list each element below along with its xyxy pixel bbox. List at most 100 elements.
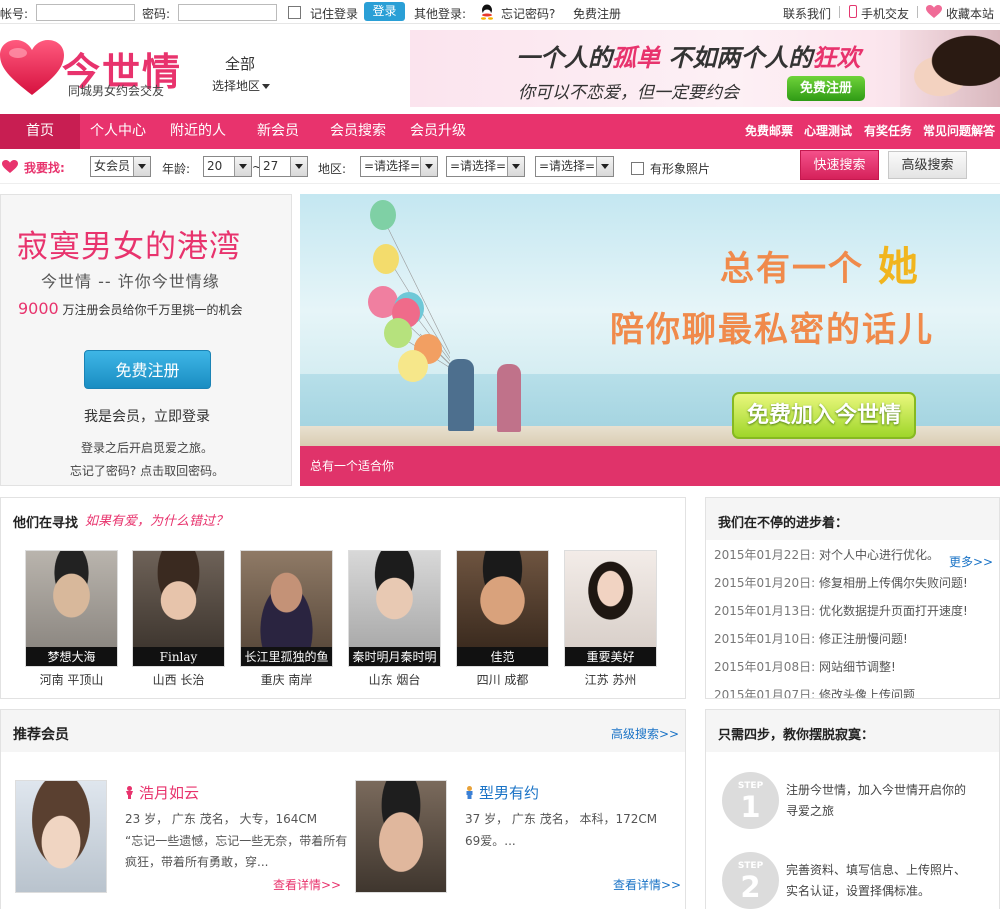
- heart-icon: [926, 5, 942, 18]
- other-login-label: 其他登录:: [414, 7, 467, 21]
- advanced-search-button[interactable]: 高级搜索: [888, 151, 967, 179]
- age-label: 年龄:: [162, 162, 191, 176]
- account-label: 帐号:: [0, 7, 29, 21]
- progress-header: 我们在不停的进步着：: [706, 498, 999, 540]
- step-2-text: 完善资料、填写信息、上传照片、实名认证，设置择偶标准。: [786, 863, 967, 898]
- gender-select[interactable]: 女会员: [90, 156, 151, 177]
- member-photo: [457, 551, 548, 650]
- province-select[interactable]: =请选择=: [360, 156, 438, 177]
- account-input[interactable]: [36, 4, 135, 21]
- step-1-text: 注册今世情，加入今世情开启你的寻爱之旅: [786, 783, 967, 818]
- qq-icon[interactable]: [480, 4, 494, 20]
- member-card[interactable]: 秦时明月秦时明: [348, 550, 441, 667]
- member-card[interactable]: 梦想大海: [25, 550, 118, 667]
- retrieve-password-link[interactable]: 忘记了密码? 点击取回密码。: [1, 462, 293, 479]
- free-register-button[interactable]: 免费注册: [84, 350, 211, 389]
- nav-item-new-members[interactable]: 新会员: [257, 114, 299, 149]
- nav-item-upgrade[interactable]: 会员升级: [410, 114, 466, 149]
- member-name: Finlay: [133, 647, 224, 666]
- welcome-subtitle: 今世情 -- 许你今世情缘: [41, 272, 220, 291]
- age-from-value: 20: [207, 159, 223, 173]
- region-selector-label: 选择地区: [212, 79, 261, 93]
- contact-us-link[interactable]: 联系我们: [783, 5, 831, 22]
- member-description: “忘记一些遗憾，忘记一些无奈，带着所有疯狂，带着所有勇敢，穿...: [125, 834, 348, 869]
- nav-item-personal-center[interactable]: 个人中心: [90, 114, 146, 149]
- region-selector[interactable]: 选择地区: [212, 77, 271, 94]
- city-select[interactable]: =请选择=: [446, 156, 525, 177]
- view-details-link[interactable]: 查看详情>>: [273, 876, 341, 893]
- more-news-link[interactable]: 更多>>: [949, 553, 993, 570]
- news-item[interactable]: 2015年01月20日: 修复相册上传偶尔失败问题!: [714, 574, 968, 591]
- recommend-title: 推荐会员: [13, 727, 69, 743]
- progress-panel: 我们在不停的进步着： 更多>> 2015年01月22日: 对个人中心进行优化。 …: [705, 497, 1000, 699]
- steps-header: 只需四步，教你摆脱寂寞：: [706, 710, 999, 752]
- news-item[interactable]: 2015年01月13日: 优化数据提升页面打开速度!: [714, 602, 968, 619]
- nav-item-reward-tasks[interactable]: 有奖任务: [864, 114, 912, 149]
- nav-item-psych-test[interactable]: 心理测试: [804, 114, 852, 149]
- balloon: [398, 350, 428, 382]
- age-to-select[interactable]: 27: [259, 156, 308, 177]
- nav-item-free-stamps[interactable]: 免费邮票: [745, 114, 793, 149]
- member-name: 佳范: [457, 647, 548, 666]
- top-banner[interactable]: 一个人的孤单 不如两个人的狂欢 你可以不恋爱，但一定要约会 免费注册: [410, 30, 1000, 107]
- member-card[interactable]: 重要美好: [564, 550, 657, 667]
- news-item[interactable]: 2015年01月07日: 修改头像上传问题: [714, 686, 915, 698]
- login-button[interactable]: 登录: [364, 2, 405, 21]
- female-icon: [126, 786, 133, 799]
- password-input[interactable]: [178, 4, 277, 21]
- seeking-header: 他们在寻找 如果有爱，为什么错过？: [1, 498, 685, 540]
- nav-item-nearby[interactable]: 附近的人: [170, 114, 226, 149]
- news-item[interactable]: 2015年01月08日: 网站细节调整!: [714, 658, 896, 675]
- news-item[interactable]: 2015年01月10日: 修正注册慢问题!: [714, 630, 908, 647]
- district-select[interactable]: =请选择=: [535, 156, 614, 177]
- nav-item-member-search[interactable]: 会员搜索: [330, 114, 386, 149]
- remember-label: 记住登录: [310, 7, 359, 21]
- member-photo: [565, 551, 656, 650]
- recommend-header: 推荐会员 高级搜索>>: [1, 710, 685, 752]
- mobile-dating-link[interactable]: 手机交友: [861, 5, 909, 22]
- member-meta: 23 岁， 广东 茂名， 大专，164CM: [125, 812, 318, 826]
- member-login-link[interactable]: 我是会员，立即登录: [1, 406, 293, 426]
- member-card[interactable]: 佳范: [456, 550, 549, 667]
- step-number: 1: [740, 790, 761, 824]
- join-free-button[interactable]: 免费加入今世情: [732, 392, 916, 439]
- member-name: 长江里孤独的鱼: [241, 647, 332, 666]
- member-name-link[interactable]: 型男有约: [465, 782, 539, 803]
- forgot-password-link[interactable]: 忘记密码?: [501, 5, 555, 22]
- photo-checkbox[interactable]: [631, 162, 644, 175]
- nav-item-home[interactable]: 首页: [0, 114, 80, 149]
- seeking-title: 他们在寻找: [13, 516, 79, 531]
- banner-photo: [900, 30, 1000, 107]
- banner-register-button[interactable]: 免费注册: [787, 76, 865, 101]
- bookmark-link[interactable]: 收藏本站: [946, 5, 994, 22]
- top-bar: 帐号: 密码: 记住登录 登录 其他登录: 忘记密码? 免费注册 联系我们 手机…: [0, 0, 1000, 24]
- news-item[interactable]: 2015年01月22日: 对个人中心进行优化。: [714, 546, 939, 563]
- heart-icon: [2, 160, 18, 173]
- member-name: 重要美好: [565, 647, 656, 666]
- region-label: 地区:: [318, 162, 347, 176]
- member-location: 江苏 苏州: [584, 673, 637, 687]
- region-title: 全部: [225, 55, 256, 73]
- age-from-select[interactable]: 20: [203, 156, 252, 177]
- view-details-link[interactable]: 查看详情>>: [613, 876, 681, 893]
- main-banner[interactable]: 总有一个 她 陪你聊最私密的话儿 免费加入今世情 总有一个适合你: [300, 194, 1000, 486]
- member-card[interactable]: 长江里孤独的鱼: [240, 550, 333, 667]
- banner-headline-1: 总有一个 她: [720, 244, 920, 290]
- chevron-down-icon: [234, 157, 251, 176]
- quick-search-button[interactable]: 快速搜索: [800, 150, 879, 180]
- chevron-down-icon: [507, 157, 524, 176]
- city-value: =请选择=: [450, 159, 507, 173]
- step-2-badge: STEP 2: [722, 852, 779, 909]
- recommend-advanced-search-link[interactable]: 高级搜索>>: [611, 725, 679, 742]
- remember-checkbox[interactable]: [288, 6, 301, 19]
- member-photo[interactable]: [15, 780, 107, 893]
- member-name-link[interactable]: 浩月如云: [125, 782, 199, 803]
- divider: [839, 6, 840, 18]
- member-card[interactable]: Finlay: [132, 550, 225, 667]
- member-location: 四川 成都: [476, 673, 529, 687]
- nav-item-faq[interactable]: 常见问题解答: [923, 114, 995, 149]
- chevron-down-icon: [596, 157, 613, 176]
- member-photo[interactable]: [355, 780, 447, 893]
- logo-heart-icon[interactable]: [0, 40, 64, 98]
- free-register-link[interactable]: 免费注册: [573, 5, 621, 22]
